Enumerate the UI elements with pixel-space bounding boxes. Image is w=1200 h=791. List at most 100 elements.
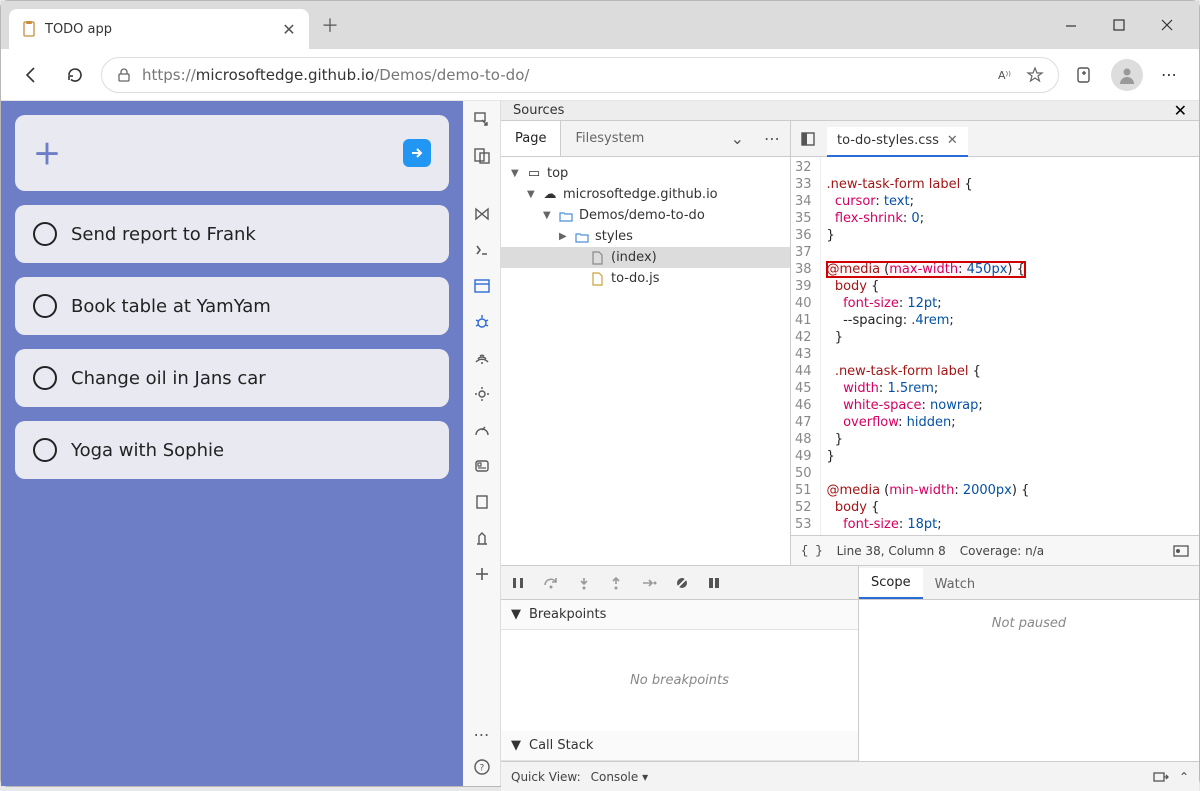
pause-on-exceptions-icon[interactable] xyxy=(707,576,721,590)
refresh-button[interactable] xyxy=(57,57,93,93)
tab-title: TODO app xyxy=(45,22,273,37)
quick-view-select[interactable]: Console ▾ xyxy=(591,770,648,784)
todo-item[interactable]: Yoga with Sophie xyxy=(15,421,449,479)
tab-watch[interactable]: Watch xyxy=(923,570,987,599)
pause-icon[interactable] xyxy=(511,576,525,590)
memory-panel-icon[interactable] xyxy=(471,419,493,441)
source-map-icon[interactable] xyxy=(1173,544,1189,558)
checkbox-icon[interactable] xyxy=(33,366,57,390)
devtools-header: Sources ✕ xyxy=(501,101,1199,121)
browser-toolbar: https://microsoftedge.github.io/Demos/de… xyxy=(1,49,1199,101)
close-window-button[interactable] xyxy=(1155,13,1179,37)
window-icon: ▭ xyxy=(527,167,541,181)
checkbox-icon[interactable] xyxy=(33,294,57,318)
file-tree: ▼▭top ▼☁microsoftedge.github.io ▼Demos/d… xyxy=(501,157,790,565)
plus-icon: ＋ xyxy=(33,133,61,173)
sources-panel-icon[interactable] xyxy=(471,275,493,297)
inspect-icon[interactable] xyxy=(471,109,493,131)
step-over-icon[interactable] xyxy=(543,576,559,590)
code-area[interactable]: 3233343536373839404142434445464748495051… xyxy=(791,157,1199,535)
collections-icon[interactable] xyxy=(1067,57,1103,93)
debugger-panel-icon[interactable] xyxy=(471,311,493,333)
window-controls xyxy=(1059,13,1191,37)
chevron-down-icon[interactable]: ⌄ xyxy=(721,129,754,148)
more-menu-button[interactable]: ⋯ xyxy=(1151,57,1187,93)
braces-icon[interactable]: { } xyxy=(801,544,823,558)
scope-tabs: Scope Watch xyxy=(859,566,1199,600)
new-tab-button[interactable]: ＋ xyxy=(321,12,339,38)
folder-icon xyxy=(559,209,573,223)
security-panel-icon[interactable] xyxy=(471,491,493,513)
navigator-tabs: Page Filesystem ⌄ ⋯ xyxy=(501,121,790,157)
close-tab-button[interactable]: ✕ xyxy=(281,21,297,37)
help-icon[interactable]: ? xyxy=(473,758,491,776)
tab-scope[interactable]: Scope xyxy=(859,568,923,599)
quick-view-label: Quick View: xyxy=(511,770,581,784)
debugger-panel: ▼Breakpoints No breakpoints ▼Call Stack … xyxy=(501,565,1199,761)
more-icon[interactable]: ⋯ xyxy=(754,129,790,148)
callstack-section-header[interactable]: ▼Call Stack xyxy=(501,731,858,761)
chevron-up-icon[interactable]: ⌃ xyxy=(1179,770,1189,784)
svg-text:?: ? xyxy=(479,764,484,774)
favorites-icon[interactable] xyxy=(1026,66,1044,84)
step-icon[interactable] xyxy=(641,576,657,590)
devtools-activity-bar xyxy=(463,101,501,725)
file-icon xyxy=(591,272,605,286)
checkbox-icon[interactable] xyxy=(33,222,57,246)
devtools-close-button[interactable]: ✕ xyxy=(1174,101,1187,120)
deactivate-breakpoints-icon[interactable] xyxy=(675,576,689,590)
network-panel-icon[interactable] xyxy=(471,347,493,369)
issues-icon[interactable] xyxy=(1153,770,1169,784)
devtools-main: Sources ✕ Page Filesystem ⌄ ⋯ xyxy=(501,101,1199,786)
more-tools-icon[interactable]: ⋯ xyxy=(474,725,490,744)
tree-row[interactable]: ▶styles xyxy=(501,226,790,247)
address-bar[interactable]: https://microsoftedge.github.io/Demos/de… xyxy=(101,57,1059,93)
tree-row[interactable]: to-do.js xyxy=(501,268,790,289)
devtools-activity-bar-footer: ⋯ ? xyxy=(463,725,501,786)
panel-title: Sources xyxy=(513,103,564,118)
lock-icon xyxy=(116,67,132,83)
profile-avatar[interactable] xyxy=(1111,59,1143,91)
step-into-icon[interactable] xyxy=(577,576,591,590)
performance-panel-icon[interactable] xyxy=(471,383,493,405)
tree-row[interactable]: ▼▭top xyxy=(501,163,790,184)
new-task-form[interactable]: ＋ xyxy=(15,115,449,191)
coverage-status: Coverage: n/a xyxy=(960,544,1044,558)
tab-filesystem[interactable]: Filesystem xyxy=(561,121,658,156)
file-icon xyxy=(591,251,605,265)
console-panel-icon[interactable] xyxy=(471,239,493,261)
editor-tab[interactable]: to-do-styles.css ✕ xyxy=(827,127,968,157)
folder-icon xyxy=(575,230,589,244)
lighthouse-panel-icon[interactable] xyxy=(471,527,493,549)
tree-row[interactable]: ▼Demos/demo-to-do xyxy=(501,205,790,226)
elements-panel-icon[interactable] xyxy=(471,203,493,225)
device-emulation-icon[interactable] xyxy=(471,145,493,167)
tab-favicon xyxy=(21,21,37,37)
dock-side-icon[interactable] xyxy=(797,128,819,150)
debugger-right: Scope Watch Not paused xyxy=(859,566,1199,761)
todo-text: Book table at YamYam xyxy=(71,296,271,317)
close-editor-tab[interactable]: ✕ xyxy=(947,133,958,148)
todo-item[interactable]: Send report to Frank xyxy=(15,205,449,263)
tree-row[interactable]: (index) xyxy=(501,247,790,268)
todo-text: Change oil in Jans car xyxy=(71,368,266,389)
tab-page[interactable]: Page xyxy=(501,121,561,156)
browser-tab[interactable]: TODO app ✕ xyxy=(9,9,309,49)
step-out-icon[interactable] xyxy=(609,576,623,590)
minimize-button[interactable] xyxy=(1059,13,1083,37)
breakpoints-section-header[interactable]: ▼Breakpoints xyxy=(501,600,858,630)
application-panel-icon[interactable] xyxy=(471,455,493,477)
tree-row[interactable]: ▼☁microsoftedge.github.io xyxy=(501,184,790,205)
back-button[interactable] xyxy=(13,57,49,93)
svg-text:A⁾⁾: A⁾⁾ xyxy=(998,69,1011,82)
add-panel-icon[interactable] xyxy=(471,563,493,585)
todo-item[interactable]: Book table at YamYam xyxy=(15,277,449,335)
read-aloud-icon[interactable]: A⁾⁾ xyxy=(998,66,1016,84)
checkbox-icon[interactable] xyxy=(33,438,57,462)
submit-task-button[interactable] xyxy=(403,139,431,167)
debugger-left: ▼Breakpoints No breakpoints ▼Call Stack xyxy=(501,566,859,761)
debugger-toolbar xyxy=(501,566,858,600)
todo-item[interactable]: Change oil in Jans car xyxy=(15,349,449,407)
todo-text: Send report to Frank xyxy=(71,224,256,245)
maximize-button[interactable] xyxy=(1107,13,1131,37)
